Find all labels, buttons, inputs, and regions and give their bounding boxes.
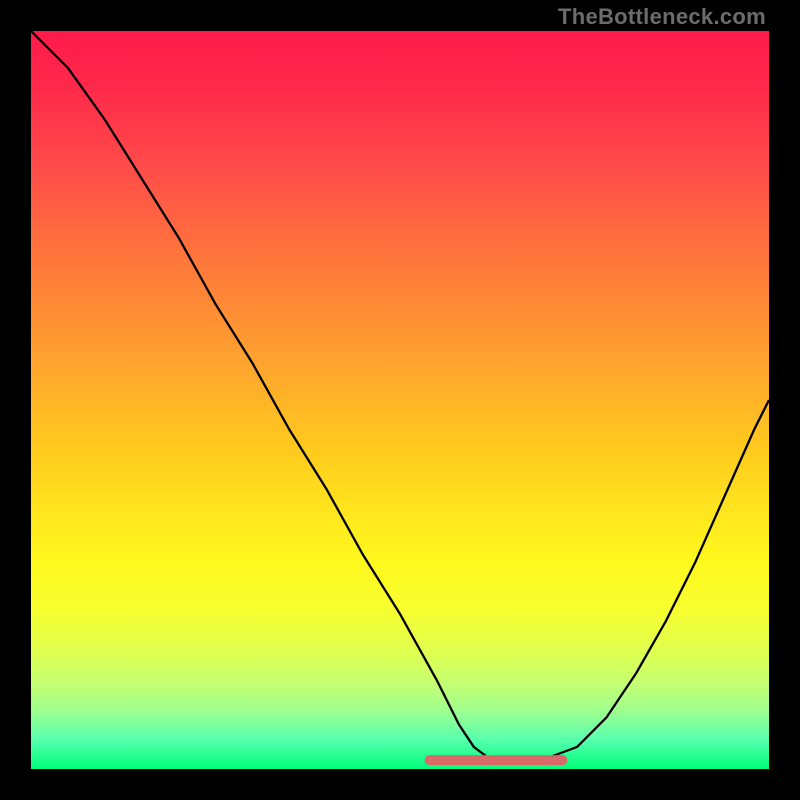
chart-svg xyxy=(31,31,769,769)
watermark-text: TheBottleneck.com xyxy=(558,4,766,30)
chart-frame: TheBottleneck.com xyxy=(0,0,800,800)
bottleneck-curve xyxy=(31,31,769,762)
